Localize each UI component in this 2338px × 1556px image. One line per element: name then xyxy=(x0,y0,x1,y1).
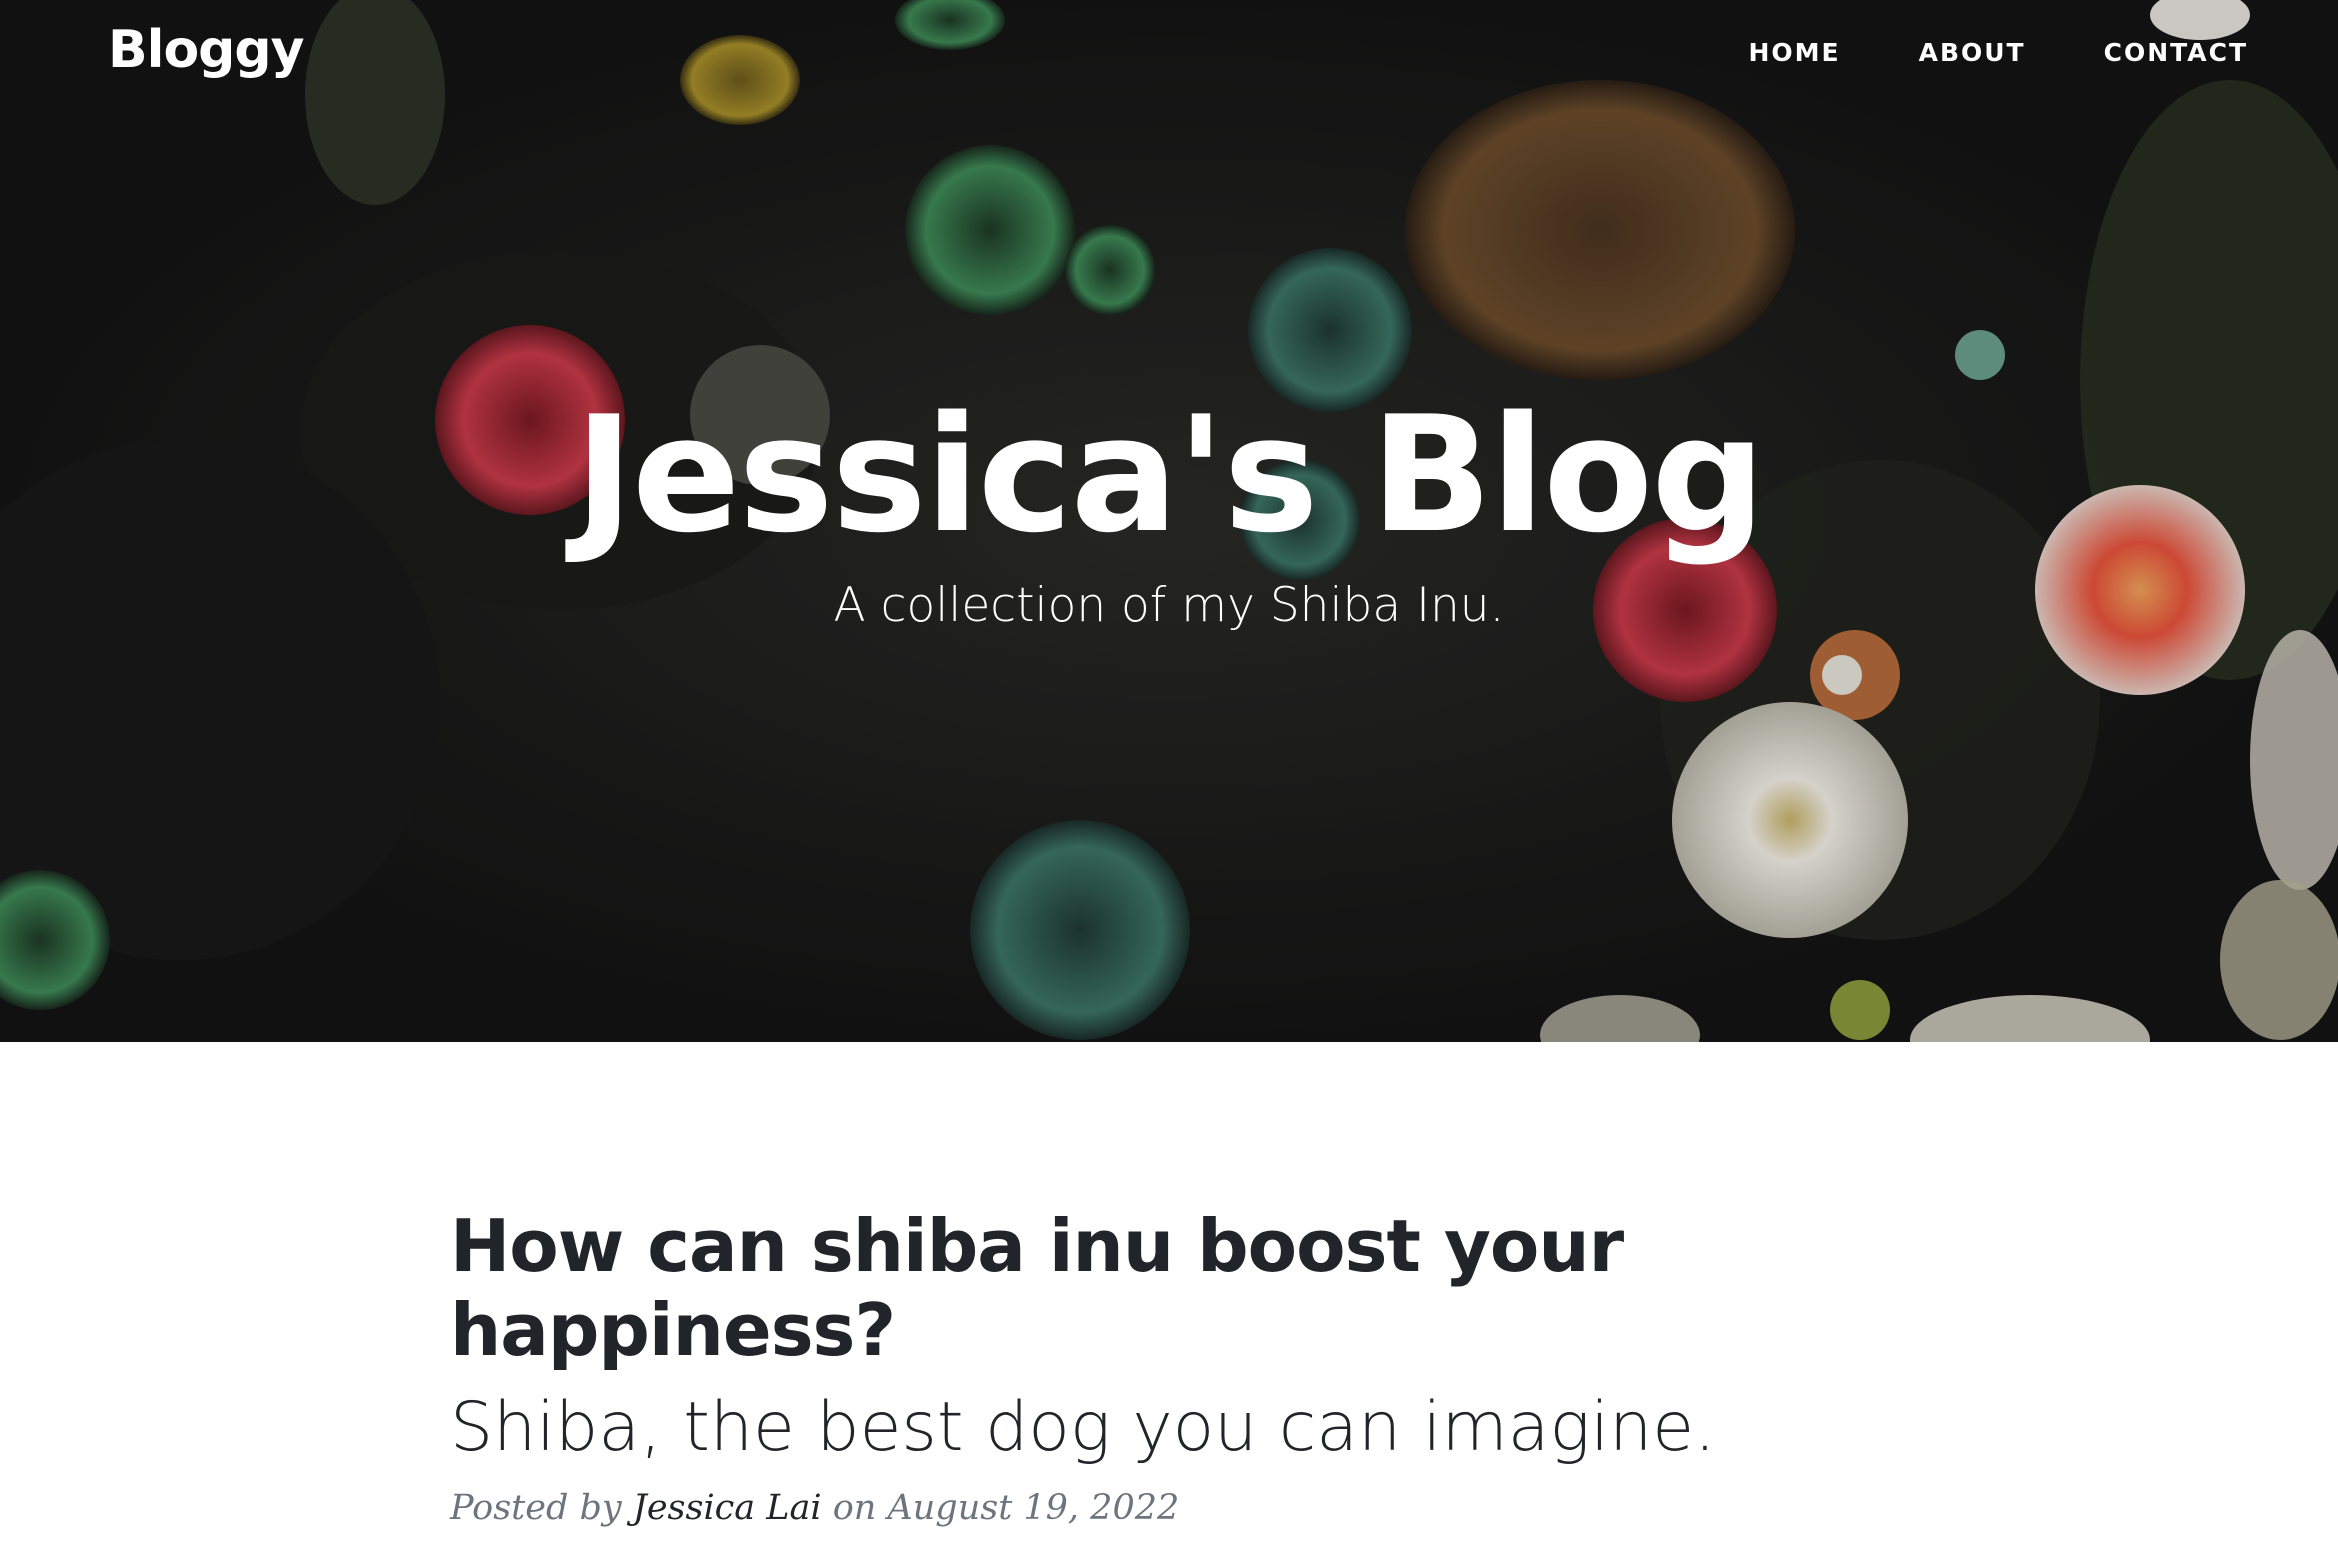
post-date: August 19, 2022 xyxy=(887,1488,1180,1528)
hero-header: Bloggy HOME ABOUT CONTACT Jessica's Blog… xyxy=(0,0,2338,1042)
post-meta: Posted by Jessica Lai on August 19, 2022 xyxy=(450,1484,1850,1532)
nav-link-home[interactable]: HOME xyxy=(1748,38,1840,67)
post-link[interactable]: How can shiba inu boost your happiness? … xyxy=(450,1204,1850,1470)
hero-heading: Jessica's Blog A collection of my Shiba … xyxy=(0,380,2338,636)
nav-link-contact[interactable]: CONTACT xyxy=(2104,38,2248,67)
nav-link-about[interactable]: ABOUT xyxy=(1919,38,2026,67)
post-subtitle[interactable]: Shiba, the best dog you can imagine. xyxy=(450,1386,1850,1470)
site-title: Jessica's Blog xyxy=(574,381,1765,568)
post-author-link[interactable]: Jessica Lai xyxy=(633,1488,822,1528)
post-meta-prefix: Posted by xyxy=(450,1488,622,1528)
nav-links: HOME ABOUT CONTACT xyxy=(1748,38,2248,67)
post-preview: How can shiba inu boost your happiness? … xyxy=(450,1204,1850,1532)
post-meta-on: on xyxy=(832,1488,877,1528)
post-title[interactable]: How can shiba inu boost your happiness? xyxy=(450,1204,1650,1372)
main-content: How can shiba inu boost your happiness? … xyxy=(0,1042,2338,1556)
brand-logo-link[interactable]: Bloggy xyxy=(108,20,305,80)
top-navbar: Bloggy HOME ABOUT CONTACT xyxy=(0,0,2338,112)
site-subtitle: A collection of my Shiba Inu. xyxy=(833,578,1505,633)
